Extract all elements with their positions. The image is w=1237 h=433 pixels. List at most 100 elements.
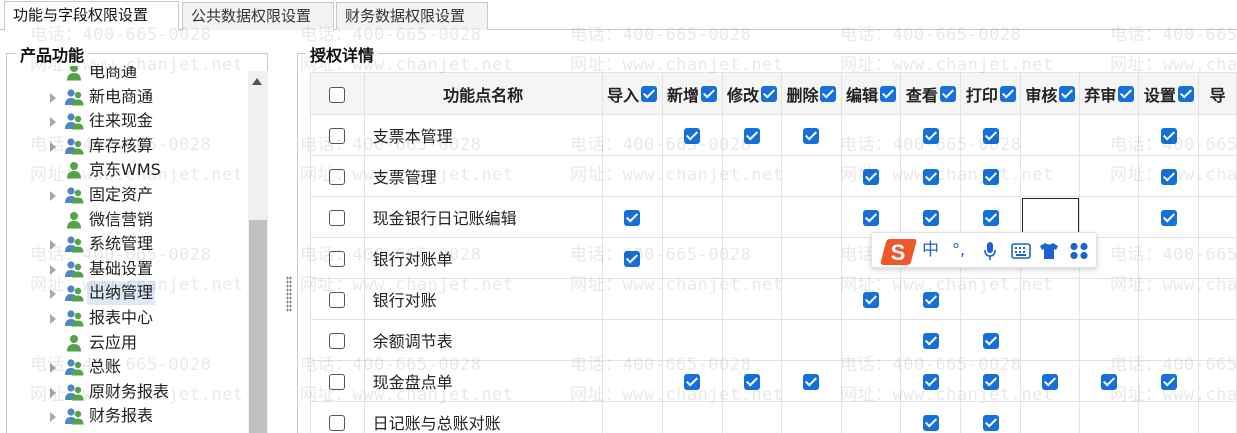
row-select-checkbox[interactable] [329, 333, 346, 349]
table-row[interactable]: 支票管理 [310, 155, 1237, 197]
expand-arrow-icon[interactable] [50, 363, 56, 374]
permission-cell[interactable] [1198, 278, 1237, 320]
expand-arrow-icon[interactable] [50, 264, 56, 275]
permission-cell[interactable] [1079, 155, 1140, 197]
permission-cell[interactable] [1138, 155, 1200, 197]
permission-cell[interactable] [661, 114, 723, 156]
permission-cell[interactable] [1079, 278, 1140, 320]
column-select-all-checkbox[interactable] [939, 85, 956, 102]
permission-cell[interactable] [1079, 319, 1140, 361]
permission-checkbox-checked[interactable] [922, 210, 939, 226]
permission-checkbox-checked[interactable] [803, 128, 820, 144]
scroll-up-arrow-icon[interactable] [252, 78, 262, 85]
permission-checkbox-checked[interactable] [1160, 169, 1177, 185]
column-select-all-checkbox[interactable] [701, 85, 718, 102]
permission-cell[interactable] [840, 360, 902, 402]
permission-cell[interactable] [601, 278, 663, 320]
permission-cell[interactable] [661, 237, 723, 279]
table-row[interactable]: 现金银行日记账编辑 [310, 196, 1237, 238]
column-select-all-checkbox[interactable] [641, 85, 658, 102]
keyboard-icon[interactable] [1011, 243, 1031, 259]
expand-arrow-icon[interactable] [50, 191, 56, 201]
column-select-all-checkbox[interactable] [1118, 85, 1135, 102]
permission-cell[interactable] [900, 155, 962, 197]
permission-cell[interactable] [721, 237, 783, 279]
permission-cell[interactable] [1138, 114, 1200, 156]
row-select-checkbox[interactable] [329, 210, 346, 226]
permission-cell[interactable] [900, 401, 962, 433]
tab-finance-data-permissions[interactable]: 财务数据权限设置 [336, 2, 488, 30]
permission-cell[interactable] [721, 155, 783, 197]
permission-cell[interactable] [960, 319, 1022, 361]
permission-cell[interactable] [601, 237, 663, 279]
permission-cell[interactable] [781, 319, 842, 361]
sogou-logo-icon[interactable]: S [878, 235, 918, 267]
permission-cell[interactable] [661, 155, 723, 197]
permission-cell[interactable] [601, 401, 663, 433]
permission-checkbox-checked[interactable] [922, 292, 939, 308]
permission-checkbox-checked[interactable] [624, 251, 641, 267]
permission-cell[interactable] [1020, 360, 1081, 402]
expand-arrow-icon[interactable] [50, 117, 56, 128]
permission-cell[interactable] [840, 401, 902, 433]
permission-cell[interactable] [1198, 114, 1237, 156]
expand-arrow-icon[interactable] [50, 141, 56, 152]
permission-cell[interactable] [900, 319, 962, 361]
permission-cell[interactable] [601, 114, 663, 156]
permission-cell[interactable] [840, 114, 902, 156]
permission-cell[interactable] [781, 196, 842, 238]
permission-checkbox-checked[interactable] [1160, 210, 1177, 226]
table-row[interactable]: 支票本管理 [310, 114, 1237, 156]
column-select-all-checkbox[interactable] [760, 85, 777, 102]
column-select-all-checkbox[interactable] [999, 85, 1016, 102]
permission-checkbox-checked[interactable] [922, 128, 939, 144]
permission-cell[interactable] [1138, 196, 1200, 238]
permission-cell[interactable] [960, 114, 1022, 156]
table-row[interactable]: 余额调节表 [310, 319, 1237, 361]
permission-checkbox-checked[interactable] [982, 333, 999, 349]
table-row[interactable]: 银行对账 [310, 278, 1237, 320]
permission-checkbox-checked[interactable] [982, 210, 999, 226]
permission-cell[interactable] [960, 155, 1022, 197]
microphone-icon[interactable] [983, 241, 997, 261]
row-select-checkbox[interactable] [329, 251, 346, 267]
permission-cell[interactable] [661, 278, 723, 320]
permission-cell[interactable] [781, 401, 842, 433]
permission-cell[interactable] [1138, 278, 1200, 320]
tab-public-data-permissions[interactable]: 公共数据权限设置 [182, 2, 334, 30]
permission-cell[interactable] [601, 196, 663, 238]
permission-cell[interactable] [900, 114, 962, 156]
panel-splitter[interactable] [286, 276, 292, 312]
permission-cell[interactable] [1079, 360, 1140, 402]
permission-checkbox-checked[interactable] [743, 128, 760, 144]
permission-cell[interactable] [1198, 319, 1237, 361]
permission-cell[interactable] [721, 319, 783, 361]
permission-cell[interactable] [721, 360, 783, 402]
expand-arrow-icon[interactable] [50, 240, 56, 251]
permission-cell[interactable] [781, 278, 842, 320]
row-select-checkbox[interactable] [329, 374, 346, 390]
permission-cell[interactable] [781, 237, 842, 279]
chinese-mode-toggle[interactable]: 中 [922, 239, 939, 261]
expand-arrow-icon[interactable] [50, 92, 56, 103]
tab-function-field-permissions[interactable]: 功能与字段权限设置 [4, 1, 179, 31]
permission-cell[interactable] [721, 401, 783, 433]
permission-cell[interactable] [1138, 360, 1200, 402]
permission-cell[interactable] [960, 401, 1022, 433]
permission-checkbox-checked[interactable] [862, 210, 879, 226]
toolbox-grid-icon[interactable] [1069, 242, 1089, 260]
permission-cell[interactable] [960, 278, 1022, 320]
permission-cell[interactable] [1020, 155, 1081, 197]
permission-checkbox-checked[interactable] [803, 374, 820, 390]
permission-checkbox-checked[interactable] [684, 374, 701, 390]
permission-cell[interactable] [721, 196, 783, 238]
scrollbar-thumb[interactable] [249, 220, 267, 433]
permission-cell[interactable] [1198, 155, 1237, 197]
permission-cell[interactable] [840, 278, 902, 320]
expand-arrow-icon[interactable] [50, 387, 56, 398]
row-select-checkbox[interactable] [329, 415, 346, 431]
permission-cell[interactable] [601, 155, 663, 197]
permission-checkbox-checked[interactable] [922, 374, 939, 390]
permission-checkbox-checked[interactable] [1042, 374, 1059, 390]
permission-cell[interactable] [661, 196, 723, 238]
